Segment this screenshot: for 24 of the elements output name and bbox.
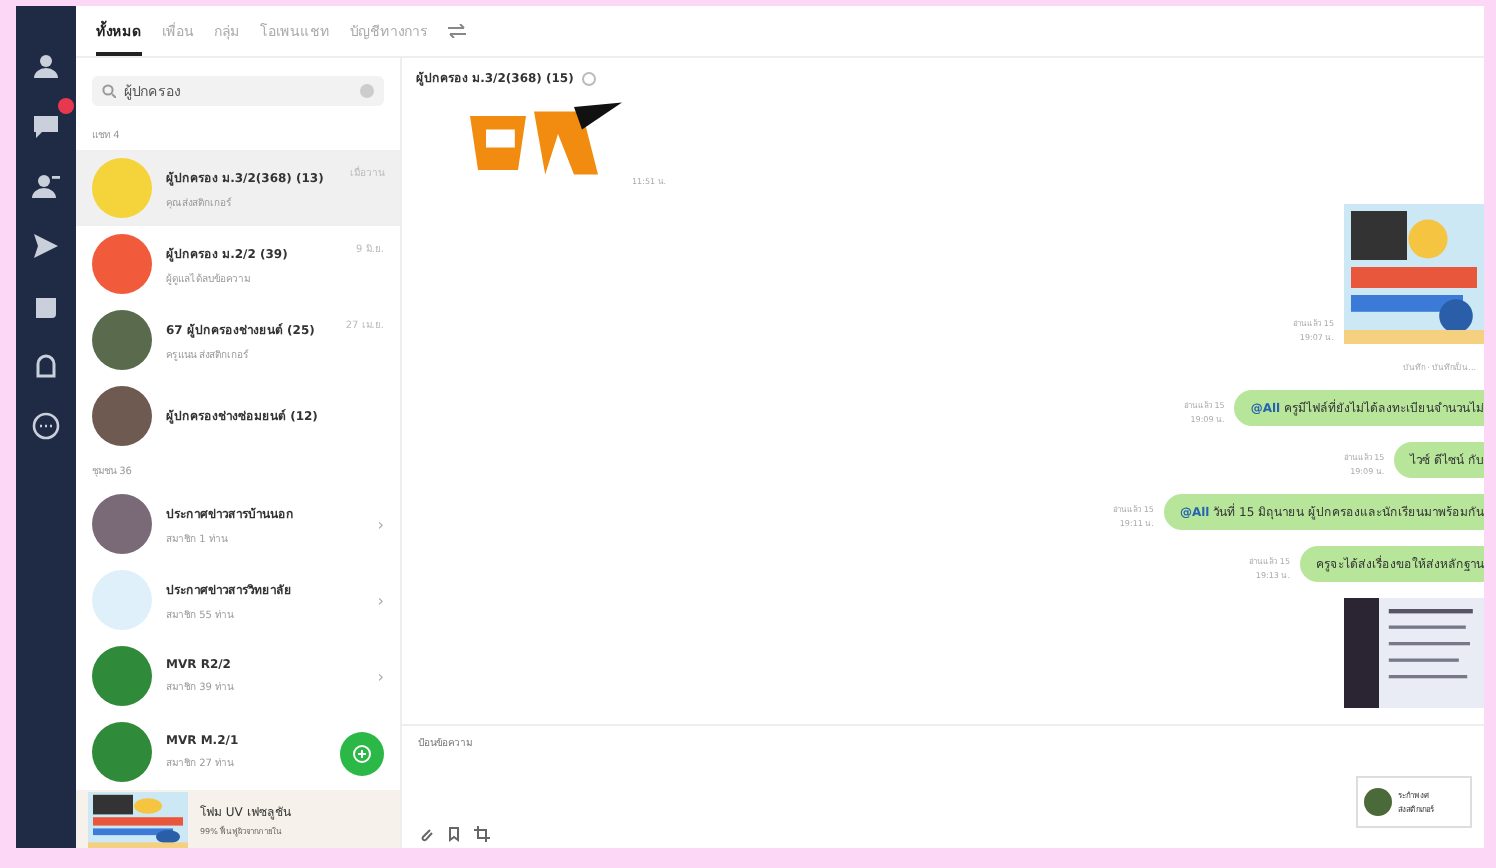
more-icon[interactable] [32, 410, 60, 438]
chevron-icon: › [377, 515, 384, 534]
avatar [1364, 788, 1392, 816]
new-chat-button[interactable] [340, 732, 384, 776]
paperclip-icon[interactable] [418, 826, 434, 842]
avatar [92, 386, 152, 447]
avatar [92, 158, 152, 219]
crop-icon[interactable] [474, 826, 490, 842]
person-icon[interactable] [32, 50, 60, 78]
avatar [92, 234, 152, 295]
chat-bubble-icon[interactable] [32, 110, 60, 138]
chevron-icon: › [377, 591, 384, 610]
avatar [92, 310, 152, 371]
bookmark-icon[interactable] [446, 826, 462, 842]
avatar [92, 494, 152, 555]
search-icon [102, 84, 116, 99]
chevron-icon: › [377, 667, 384, 686]
send-icon[interactable] [32, 230, 60, 258]
swap-icon[interactable] [448, 24, 466, 38]
chat-plus-icon [352, 744, 372, 764]
avatar [92, 722, 152, 783]
avatar [92, 646, 152, 707]
avatar [92, 570, 152, 631]
add-person-icon[interactable] [32, 170, 60, 198]
